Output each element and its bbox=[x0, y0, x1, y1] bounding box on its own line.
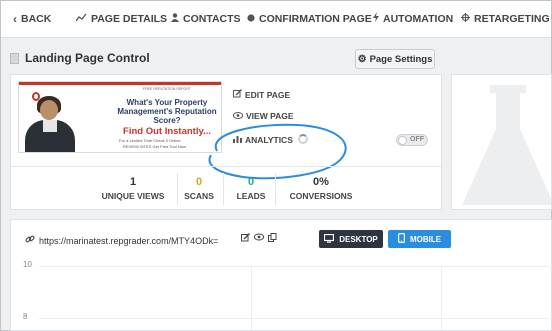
edit-page-link[interactable]: EDIT PAGE bbox=[233, 89, 290, 100]
eye-icon bbox=[232, 111, 244, 121]
copy-url-icon[interactable] bbox=[268, 233, 277, 244]
nav-confirmation-page[interactable]: CONFIRMATION PAGE bbox=[247, 1, 372, 38]
panel-header: Landing Page Control ⚙ Page Settings bbox=[0, 44, 442, 72]
y-axis-label: 10 bbox=[23, 260, 32, 269]
grid-line bbox=[251, 266, 252, 331]
thumbnail-small-text: For a Limited Time Check 3 Online bbox=[119, 138, 181, 143]
stat-conversions-value: 0% bbox=[313, 176, 329, 188]
thumbnail-top-bar bbox=[19, 82, 221, 85]
document-icon bbox=[10, 52, 19, 64]
circle-icon bbox=[247, 1, 255, 38]
nav-page-details[interactable]: PAGE DETAILS bbox=[75, 1, 168, 38]
y-axis-label: 8 bbox=[23, 312, 28, 321]
stat-scans-label: SCANS bbox=[184, 191, 214, 201]
page-url-text: https://marinatest.repgrader.com/MTY4ODk… bbox=[39, 235, 219, 246]
stat-scans: 0 SCANS bbox=[179, 167, 219, 211]
url-preview-panel: https://marinatest.repgrader.com/MTY4ODk… bbox=[10, 219, 552, 331]
add-variant-panel[interactable] bbox=[451, 74, 552, 210]
stats-bar: 1 UNIQUE VIEWS 0 SCANS 0 LEADS 0% CONVER… bbox=[11, 166, 441, 210]
page-settings-label: Page Settings bbox=[369, 53, 433, 65]
nav-automation[interactable]: AUTOMATION bbox=[373, 1, 453, 38]
monitor-icon bbox=[324, 233, 335, 245]
chevron-left-icon: ‹ bbox=[13, 12, 17, 26]
nav-contacts-label: CONTACTS bbox=[183, 13, 241, 25]
edit-page-label: EDIT PAGE bbox=[245, 89, 291, 100]
thumbnail-person-face bbox=[40, 100, 58, 120]
landing-page-thumbnail[interactable]: FREE REPUTATION REPORT What's Your Prope… bbox=[18, 81, 222, 153]
mobile-button[interactable]: MOBILE bbox=[388, 230, 451, 248]
user-icon bbox=[171, 1, 179, 38]
page-settings-button[interactable]: ⚙ Page Settings bbox=[355, 49, 435, 69]
analytics-chart: 10 8 bbox=[11, 258, 551, 331]
edit-url-icon[interactable] bbox=[241, 233, 250, 244]
thumbnail-person-collar bbox=[43, 120, 57, 132]
bolt-icon bbox=[373, 1, 379, 38]
preview-url-icon[interactable] bbox=[253, 233, 265, 244]
crosshair-icon bbox=[461, 1, 470, 38]
mobile-button-label: MOBILE bbox=[409, 234, 442, 244]
view-page-link[interactable]: VIEW PAGE bbox=[232, 111, 294, 121]
stat-conversions-label: CONVERSIONS bbox=[289, 191, 353, 201]
nav-retargeting-label: RETARGETING bbox=[474, 13, 550, 25]
gear-icon: ⚙ bbox=[357, 53, 367, 65]
page-title: Landing Page Control bbox=[10, 51, 150, 65]
line-chart-icon bbox=[75, 1, 87, 38]
nav-back-label: BACK bbox=[21, 13, 52, 25]
url-actions bbox=[241, 233, 277, 244]
stat-leads-label: LEADS bbox=[236, 191, 266, 201]
page-title-text: Landing Page Control bbox=[25, 51, 150, 65]
stat-leads-value: 0 bbox=[247, 176, 255, 188]
edit-icon bbox=[233, 89, 242, 100]
nav-page-details-label: PAGE DETAILS bbox=[91, 13, 168, 25]
nav-contacts[interactable]: CONTACTS bbox=[171, 1, 241, 38]
stat-conversions: 0% CONVERSIONS bbox=[281, 167, 361, 211]
stat-divider bbox=[223, 173, 224, 205]
top-nav: ‹ BACK PAGE DETAILS CONTACTS CONFIRMATIO… bbox=[1, 1, 551, 38]
link-icon bbox=[25, 234, 35, 247]
grid-line bbox=[39, 318, 549, 319]
grid-line bbox=[441, 266, 442, 331]
landing-page-card: FREE REPUTATION REPORT What's Your Prope… bbox=[10, 74, 442, 210]
stat-unique-views: 1 UNIQUE VIEWS bbox=[93, 167, 173, 211]
nav-confirmation-page-label: CONFIRMATION PAGE bbox=[259, 13, 372, 25]
stat-unique-views-label: UNIQUE VIEWS bbox=[101, 191, 165, 201]
stat-scans-value: 0 bbox=[195, 176, 203, 188]
nav-retargeting[interactable]: RETARGETING bbox=[461, 1, 550, 38]
page-url-link[interactable]: https://marinatest.repgrader.com/MTY4ODk… bbox=[25, 234, 218, 247]
stat-leads: 0 LEADS bbox=[229, 167, 273, 211]
toggle-knob bbox=[398, 136, 407, 145]
desktop-button-label: DESKTOP bbox=[339, 234, 378, 244]
stat-divider bbox=[275, 173, 276, 205]
thumbnail-top-text: FREE REPUTATION REPORT bbox=[143, 87, 191, 91]
stat-divider bbox=[177, 173, 178, 205]
stat-unique-views-value: 1 bbox=[129, 176, 137, 188]
view-page-label: VIEW PAGE bbox=[246, 111, 294, 121]
nav-automation-label: AUTOMATION bbox=[383, 13, 454, 25]
grid-line bbox=[39, 266, 549, 267]
toggle-label: OFF bbox=[410, 136, 424, 143]
flask-icon bbox=[462, 85, 551, 205]
desktop-button[interactable]: DESKTOP bbox=[319, 230, 383, 248]
nav-back[interactable]: ‹ BACK bbox=[13, 1, 51, 38]
thumbnail-tiny-text: REVIEW SITES Get Free Tool Now bbox=[123, 144, 186, 149]
page-toggle[interactable]: OFF bbox=[396, 134, 428, 146]
landing-page-panel: Landing Page Control ⚙ Page Settings FRE… bbox=[0, 44, 442, 210]
phone-icon bbox=[397, 233, 405, 245]
